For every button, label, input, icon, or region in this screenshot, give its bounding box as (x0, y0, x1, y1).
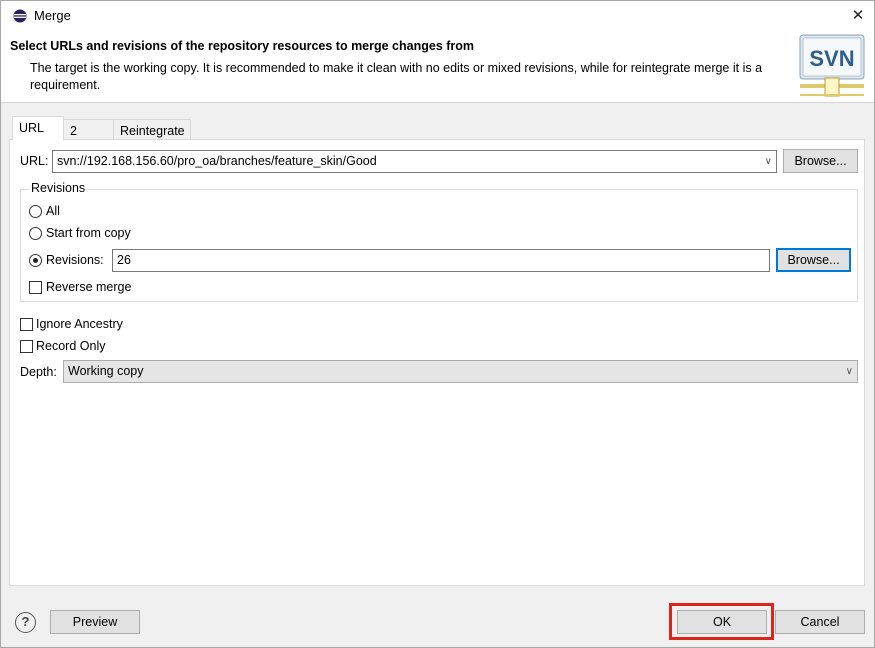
url-value: svn://192.168.156.60/pro_oa/branches/fea… (57, 154, 377, 168)
preview-button[interactable]: Preview (50, 610, 140, 634)
url-browse-button[interactable]: Browse... (783, 149, 858, 173)
header-banner: Select URLs and revisions of the reposit… (1, 31, 874, 103)
revisions-value: 26 (117, 253, 131, 267)
title-bar: Merge ✕ (1, 1, 874, 31)
radio-revisions-label[interactable]: Revisions: (46, 253, 104, 267)
tab-reintegrate-label: Reintegrate (120, 124, 185, 138)
tab-url[interactable]: URL (12, 116, 64, 141)
revisions-group: Revisions All Start from copy Revisions:… (20, 181, 858, 302)
record-only-label[interactable]: Record Only (36, 339, 105, 353)
svn-logo-text: SVN (809, 46, 854, 71)
revisions-input[interactable]: 26 (112, 249, 770, 272)
ignore-ancestry-label[interactable]: Ignore Ancestry (36, 317, 123, 331)
reverse-merge-label[interactable]: Reverse merge (46, 280, 131, 294)
radio-all[interactable] (29, 205, 42, 218)
radio-revisions[interactable] (29, 254, 42, 267)
url-combo[interactable]: svn://192.168.156.60/pro_oa/branches/fea… (52, 150, 777, 173)
reverse-merge-checkbox[interactable] (29, 281, 42, 294)
ignore-ancestry-checkbox[interactable] (20, 318, 33, 331)
eclipse-icon (13, 9, 27, 23)
tab-url-label: URL (19, 121, 45, 135)
tab-panel: URL: svn://192.168.156.60/pro_oa/branche… (9, 139, 865, 586)
close-button[interactable]: ✕ (842, 1, 874, 31)
depth-combo[interactable]: Working copy ∨ (63, 360, 858, 383)
revisions-browse-button[interactable]: Browse... (776, 248, 851, 272)
merge-dialog: Merge ✕ Select URLs and revisions of the… (0, 0, 875, 648)
record-only-checkbox[interactable] (20, 340, 33, 353)
depth-label: Depth: (20, 365, 57, 379)
banner-title: Select URLs and revisions of the reposit… (10, 39, 475, 53)
window-title: Merge (34, 8, 71, 23)
revisions-group-title: Revisions (30, 181, 87, 195)
url-label: URL: (20, 154, 49, 168)
svn-logo: SVN (799, 34, 865, 97)
ok-highlight-box (669, 603, 774, 640)
cancel-button[interactable]: Cancel (775, 610, 865, 634)
depth-value: Working copy (68, 364, 144, 378)
chevron-down-icon[interactable]: ∨ (765, 151, 772, 172)
radio-all-label[interactable]: All (46, 204, 60, 218)
help-icon[interactable]: ? (15, 612, 36, 633)
radio-start-from-copy-label[interactable]: Start from copy (46, 226, 131, 240)
banner-description: The target is the working copy. It is re… (30, 61, 763, 92)
chevron-down-icon[interactable]: ∨ (846, 361, 853, 382)
radio-start-from-copy[interactable] (29, 227, 42, 240)
